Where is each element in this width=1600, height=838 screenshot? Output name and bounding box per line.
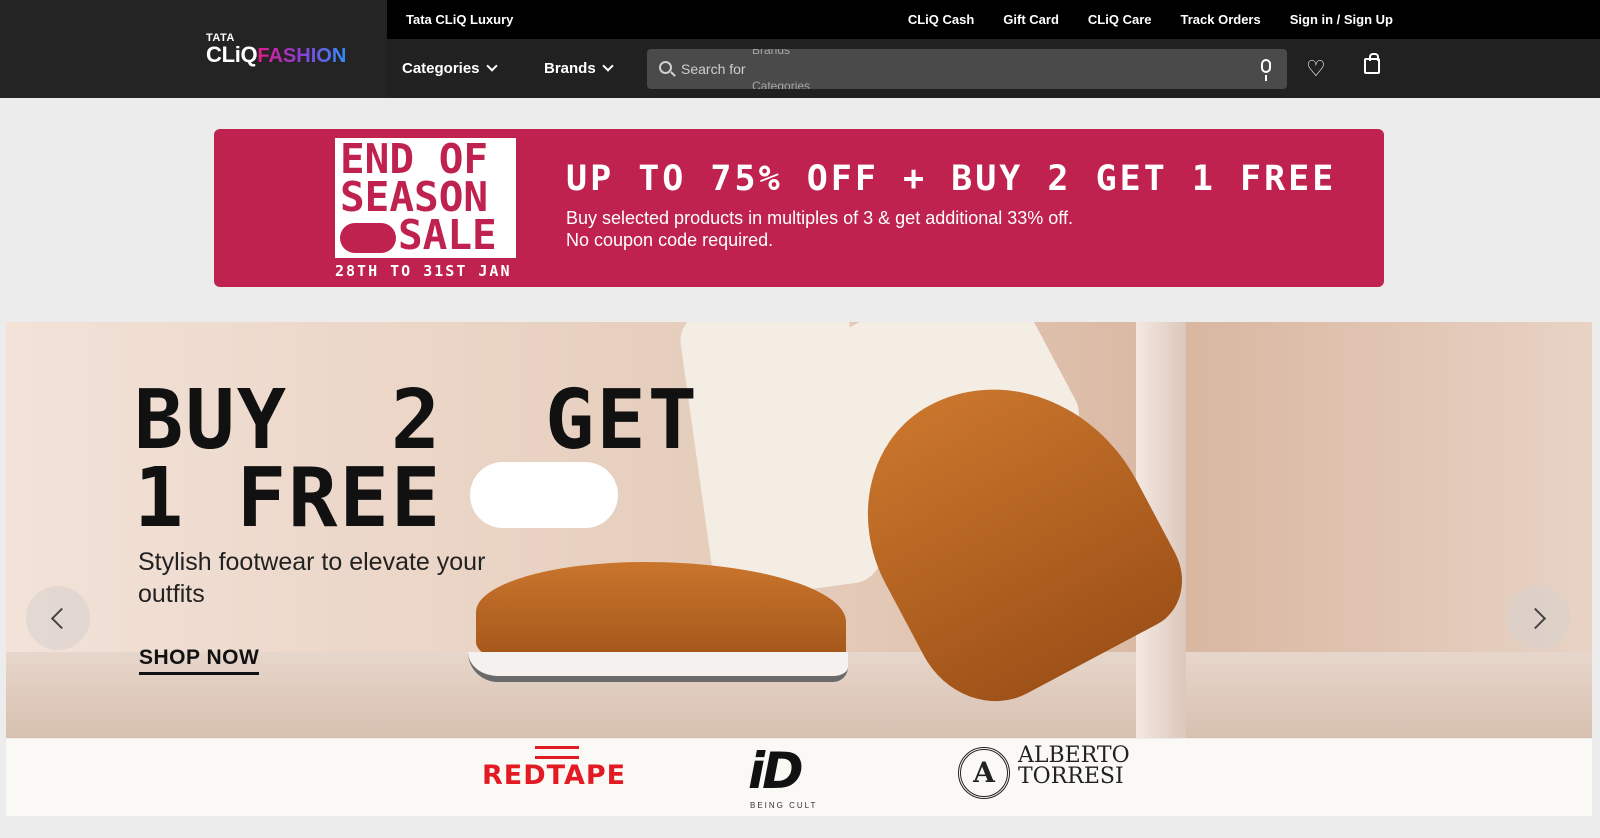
- heart-icon[interactable]: ♡: [1306, 56, 1326, 82]
- logo-fashion-text: FASHION: [257, 45, 347, 67]
- redtape-text: REDTAPE: [482, 760, 627, 791]
- sale-badge-line3: SALE: [398, 211, 497, 259]
- luxury-link[interactable]: Tata CLiQ Luxury: [406, 12, 513, 27]
- alberto-torresi-logo[interactable]: ALBERTO TORRESI: [1018, 743, 1130, 789]
- alberto-line1: ALBERTO: [1018, 743, 1130, 768]
- sale-pill-shape: [340, 223, 396, 253]
- sale-headline: UP TO 75% OFF + BUY 2 GET 1 FREE: [566, 159, 1337, 199]
- sale-banner[interactable]: END OF SEASON SALE 28TH TO 31ST JAN UP T…: [214, 129, 1384, 287]
- hero-title: BUY 2 GET 1 FREE: [134, 373, 700, 546]
- search-rolling-next: Categories: [752, 79, 811, 89]
- chevron-down-icon: [602, 60, 614, 72]
- gift-card-link[interactable]: Gift Card: [1003, 12, 1059, 27]
- hero-sole-left: [468, 652, 848, 682]
- hero-pill-shape: [470, 462, 618, 528]
- sign-in-link[interactable]: Sign in / Sign Up: [1290, 12, 1393, 27]
- categories-menu[interactable]: Categories: [402, 60, 498, 77]
- chevron-right-icon[interactable]: [1506, 586, 1570, 650]
- tata-cliq-fashion-logo[interactable]: TATA CLiQFASHION: [206, 33, 347, 67]
- top-links: CLiQ Cash Gift Card CLiQ Care Track Orde…: [879, 12, 1393, 27]
- chevron-left-icon[interactable]: [26, 586, 90, 650]
- hero-carousel-slide[interactable]: BUY 2 GET 1 FREE Stylish footwear to ele…: [6, 322, 1592, 738]
- track-orders-link[interactable]: Track Orders: [1181, 12, 1261, 27]
- cliq-care-link[interactable]: CLiQ Care: [1088, 12, 1152, 27]
- search-rolling-prev: Brands: [752, 49, 791, 57]
- site-header: TATA CLiQFASHION Tata CLiQ Luxury CLiQ C…: [0, 0, 1600, 98]
- id-subtext: BEING CULT: [750, 801, 818, 810]
- search-icon: [659, 61, 672, 74]
- cliq-cash-link[interactable]: CLiQ Cash: [908, 12, 974, 27]
- brands-label: Brands: [544, 60, 596, 77]
- brand-strip: REDTAPE iD BEING CULT A ALBERTO TORRESI: [6, 739, 1592, 816]
- alberto-line2: TORRESI: [1018, 764, 1124, 789]
- redtape-wing-icon: [535, 746, 579, 759]
- brands-menu[interactable]: Brands: [544, 60, 614, 77]
- sale-subtext-line2: No coupon code required.: [566, 230, 774, 250]
- shopping-bag-icon[interactable]: [1364, 53, 1380, 74]
- top-bar: Tata CLiQ Luxury CLiQ Cash Gift Card CLi…: [387, 0, 1600, 39]
- end-of-season-sale-badge: END OF SEASON SALE: [335, 138, 516, 258]
- search-placeholder: Search for: [681, 61, 746, 77]
- shop-now-link[interactable]: SHOP NOW: [139, 646, 260, 675]
- id-logo[interactable]: iD: [748, 742, 804, 800]
- chevron-down-icon: [485, 60, 498, 72]
- sale-dates: 28TH TO 31ST JAN: [335, 262, 512, 280]
- logo-cliq-text: CLiQ: [206, 42, 258, 67]
- search-bar[interactable]: Search for Brands Categories: [647, 49, 1287, 89]
- sale-subtext-line1: Buy selected products in multiples of 3 …: [566, 208, 1073, 228]
- sale-subtext: Buy selected products in multiples of 3 …: [566, 207, 1073, 251]
- alberto-torresi-seal[interactable]: A: [958, 747, 1010, 799]
- sale-badge-line3-wrap: SALE: [340, 215, 511, 256]
- microphone-icon[interactable]: [1261, 59, 1271, 81]
- hero-subtitle: Stylish footwear to elevate your outfits: [138, 548, 486, 608]
- categories-label: Categories: [402, 60, 480, 77]
- redtape-logo[interactable]: REDTAPE: [482, 746, 627, 791]
